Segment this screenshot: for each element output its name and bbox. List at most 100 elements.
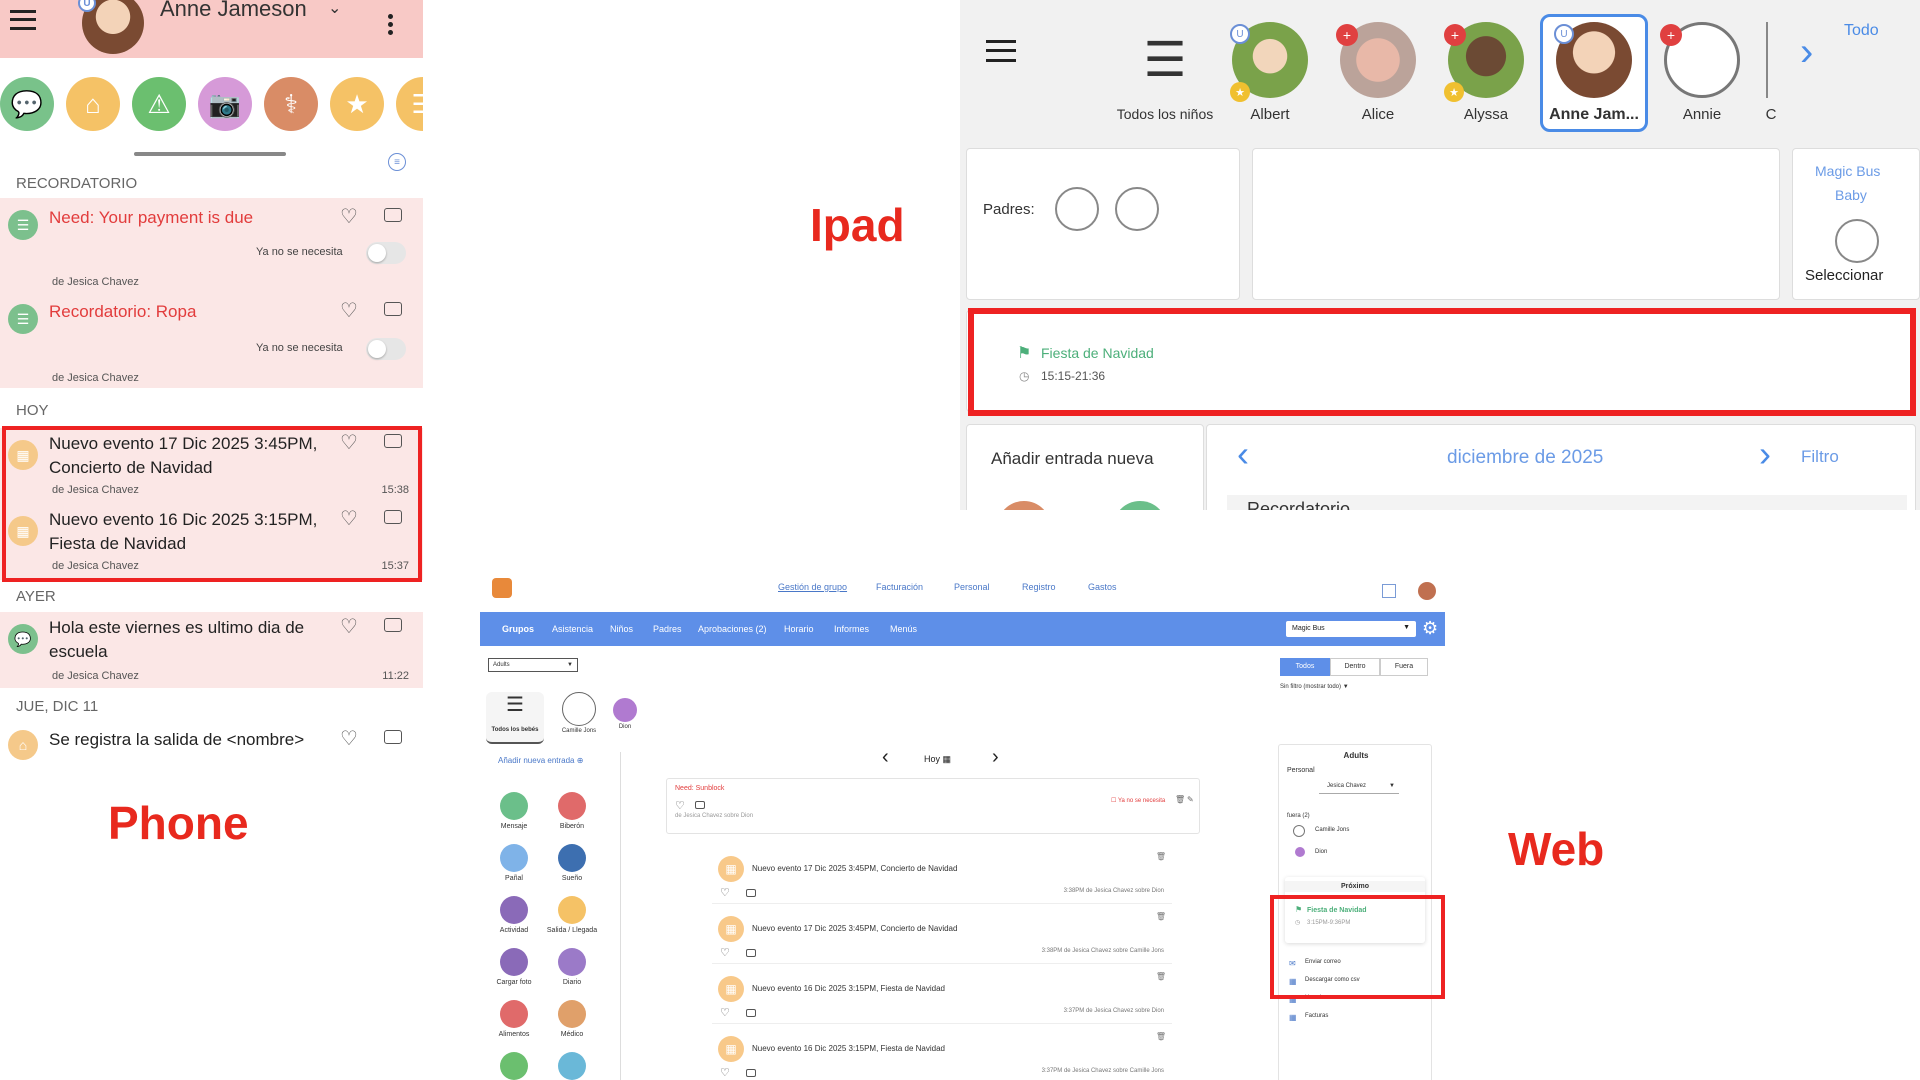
top-link[interactable]: Personal (954, 582, 990, 592)
list-item[interactable]: ☰ Need: Your payment is due ♡ Ya no se n… (0, 198, 423, 294)
comment-icon[interactable] (384, 730, 402, 744)
action-m-dico-icon[interactable] (558, 1000, 586, 1028)
todo-link[interactable]: Todo (1844, 22, 1879, 40)
action-circle[interactable] (1113, 501, 1167, 510)
trash-icon[interactable]: 🗑 (1156, 912, 1166, 921)
action-salida-llegada-icon[interactable] (558, 896, 586, 924)
list-item[interactable]: ☰ Recordatorio: Ropa ♡ Ya no se necesita… (0, 294, 423, 388)
trash-icon[interactable]: 🗑 (1156, 852, 1166, 861)
today-label[interactable]: Hoy ▦ (924, 754, 951, 765)
filter-link[interactable]: Filtro (1801, 447, 1839, 467)
seg-fuera[interactable]: Fuera (1380, 658, 1428, 676)
group-select[interactable]: Magic Bus ▼ (1286, 621, 1416, 637)
feed-item[interactable]: ▦ Nuevo evento 17 Dic 2025 3:45PM, Concie… (712, 908, 1172, 964)
action-pa-al-icon[interactable] (500, 844, 528, 872)
top-link[interactable]: Gestión de grupo (778, 582, 847, 592)
heart-icon[interactable]: ♡ (340, 204, 358, 229)
edit-icon[interactable]: ✎ (1187, 795, 1194, 804)
heart-icon[interactable]: ♡ (720, 886, 730, 899)
nav-item[interactable]: Asistencia (552, 624, 593, 634)
chevron-down-icon[interactable]: ⌄ (328, 0, 341, 18)
comment-icon[interactable] (384, 618, 402, 632)
next-month-icon[interactable]: › (1759, 433, 1771, 475)
chevron-right-icon[interactable]: › (1800, 30, 1813, 75)
select-staff-icon[interactable] (1835, 219, 1879, 263)
nav-item[interactable]: Grupos (502, 624, 534, 634)
top-link[interactable]: Gastos (1088, 582, 1117, 592)
list-view-icon[interactable]: ≡ (388, 153, 406, 171)
notes-icon[interactable]: ☰ (396, 77, 423, 131)
need-card[interactable]: Need: Sunblock ♡ de Jesica Chavez sobre … (666, 778, 1200, 834)
heart-icon[interactable]: ♡ (675, 799, 685, 812)
all-kids-tile[interactable]: ☰ Todos los niños (1110, 22, 1220, 122)
select-label[interactable]: Seleccionar (1805, 267, 1883, 284)
warning-icon[interactable]: ⚠ (132, 77, 186, 131)
kid-tile[interactable]: Dion (610, 698, 640, 730)
trash-icon[interactable]: 🗑 (1156, 1032, 1166, 1041)
nav-item[interactable]: Padres (653, 624, 682, 634)
heart-icon[interactable]: ♡ (720, 1006, 730, 1019)
nav-item[interactable]: Informes (834, 624, 869, 634)
home-icon[interactable]: ⌂ (66, 77, 120, 131)
heart-icon[interactable]: ♡ (340, 726, 358, 751)
seg-todos[interactable]: Todos (1280, 658, 1330, 676)
action-sue-o-icon[interactable] (558, 844, 586, 872)
avatar[interactable] (1418, 582, 1436, 600)
feed-item[interactable]: ▦ Nuevo evento 17 Dic 2025 3:45PM, Concie… (712, 848, 1172, 904)
nav-item[interactable]: Aprobaciones (2) (698, 624, 767, 634)
action-biber-n-icon[interactable] (558, 792, 586, 820)
prev-day-icon[interactable]: ‹ (882, 746, 889, 769)
app-logo[interactable] (492, 578, 512, 598)
staff-select[interactable]: Jesica Chavez ▼ (1319, 781, 1399, 794)
top-link[interactable]: Facturación (876, 582, 923, 592)
room-card[interactable]: Magic Bus Baby Seleccionar (1792, 148, 1920, 300)
heart-icon[interactable]: ♡ (720, 1066, 730, 1079)
comment-icon[interactable] (384, 302, 402, 316)
list-item[interactable]: ⌂ Se registra la salida de <nombre> ♡ (0, 720, 423, 780)
comment-icon[interactable] (695, 801, 705, 809)
top-link[interactable]: Registro (1022, 582, 1056, 592)
comment-icon[interactable] (746, 1069, 756, 1077)
parent-avatar-icon[interactable] (1055, 187, 1099, 231)
list-item[interactable]: 💬 Hola este viernes es ultimo dia de esc… (0, 612, 423, 688)
chat-icon[interactable]: 💬 (0, 77, 54, 131)
month-label[interactable]: diciembre de 2025 (1447, 447, 1603, 469)
comment-icon[interactable] (746, 1009, 756, 1017)
kid-tile[interactable]: Camille Jons (556, 692, 602, 734)
settings-icon[interactable]: ⚙ (1422, 618, 1438, 639)
action-circle[interactable] (997, 501, 1051, 510)
next-day-icon[interactable]: › (992, 746, 999, 769)
add-entry-link[interactable]: Añadir nueva entrada ⊕ (498, 756, 583, 765)
all-babies-tile[interactable]: ☰ Todos los bebés (486, 692, 544, 744)
menu-icon[interactable] (10, 10, 36, 30)
adults-select[interactable]: Adults ▼ (488, 658, 578, 672)
parent-avatar-icon[interactable] (1115, 187, 1159, 231)
feed-item[interactable]: ▦ Nuevo evento 16 Dic 2025 3:15PM, Fiesta… (712, 968, 1172, 1024)
nav-item[interactable]: Niños (610, 624, 633, 634)
trash-icon[interactable]: 🗑 (1175, 795, 1185, 804)
action-more-icon[interactable] (558, 1052, 586, 1080)
heart-icon[interactable]: ♡ (720, 946, 730, 959)
grid-icon[interactable] (1382, 584, 1396, 598)
doctor-icon[interactable]: ⚕ (264, 77, 318, 131)
trash-icon[interactable]: 🗑 (1156, 972, 1166, 981)
star-icon[interactable]: ★ (330, 77, 384, 131)
nav-item[interactable]: Horario (784, 624, 814, 634)
action-mensaje-icon[interactable] (500, 792, 528, 820)
heart-icon[interactable]: ♡ (340, 298, 358, 323)
camera-icon[interactable]: 📷 (198, 77, 252, 131)
menu-icon[interactable] (986, 40, 1016, 62)
not-needed-toggle[interactable] (366, 338, 406, 360)
out-kid[interactable]: Camille Jons (1315, 827, 1349, 833)
scroll-indicator[interactable] (134, 152, 286, 156)
filter-select[interactable]: Sin filtro (mostrar todo) ▼ (1280, 684, 1380, 690)
feed-item[interactable]: ▦ Nuevo evento 16 Dic 2025 3:15PM, Fiesta… (712, 1028, 1172, 1080)
action-actividad-icon[interactable] (500, 896, 528, 924)
out-kid[interactable]: Dion (1315, 849, 1327, 855)
action-alimentos-icon[interactable] (500, 1000, 528, 1028)
comment-icon[interactable] (384, 208, 402, 222)
action-cargar-foto-icon[interactable] (500, 948, 528, 976)
heart-icon[interactable]: ♡ (340, 614, 358, 639)
not-needed-checkbox[interactable]: ☐ Ya no se necesita (1111, 797, 1165, 804)
prev-month-icon[interactable]: ‹ (1237, 433, 1249, 475)
